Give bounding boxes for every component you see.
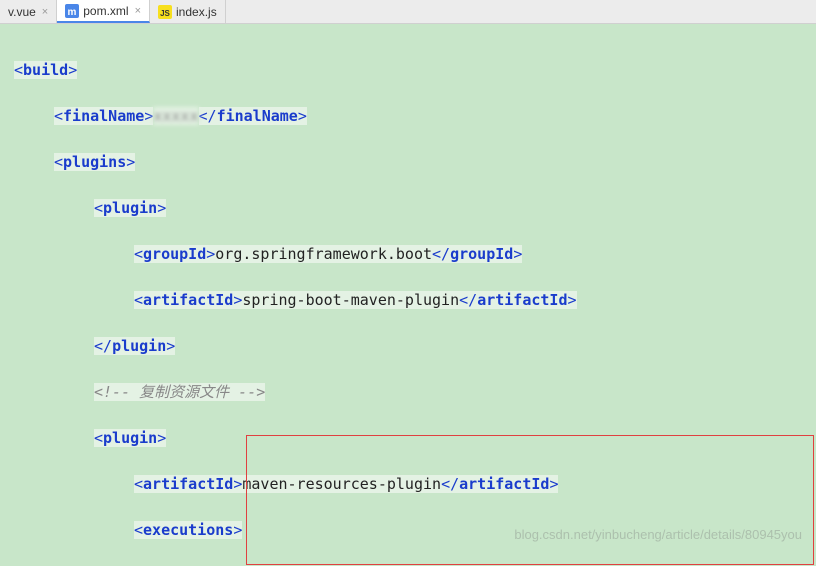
- tab-label: index.js: [176, 5, 217, 19]
- tab-vue[interactable]: v.vue ×: [0, 0, 57, 23]
- tab-index-js[interactable]: JS index.js: [150, 0, 226, 23]
- highlight-box: [246, 435, 814, 565]
- tab-label: pom.xml: [83, 4, 128, 18]
- maven-icon: m: [65, 4, 79, 18]
- code-editor[interactable]: <build> <finalName>xxxxx</finalName> <pl…: [0, 24, 816, 566]
- artifact-id-value: spring-boot-maven-plugin: [242, 291, 459, 309]
- svg-text:JS: JS: [160, 9, 170, 18]
- close-icon[interactable]: ×: [135, 5, 141, 17]
- group-id-value: org.springframework.boot: [215, 245, 432, 263]
- tab-label: v.vue: [8, 5, 36, 19]
- tab-bar: v.vue × m pom.xml × JS index.js: [0, 0, 816, 24]
- xml-comment: <!-- 复制资源文件 -->: [94, 383, 265, 401]
- tab-pom-xml[interactable]: m pom.xml ×: [57, 0, 150, 23]
- artifact-id-value: maven-resources-plugin: [242, 475, 441, 493]
- svg-text:m: m: [68, 7, 77, 18]
- xml-tag: build: [23, 61, 68, 79]
- js-icon: JS: [158, 5, 172, 19]
- close-icon[interactable]: ×: [42, 6, 48, 18]
- final-name-value: xxxxx: [153, 107, 198, 125]
